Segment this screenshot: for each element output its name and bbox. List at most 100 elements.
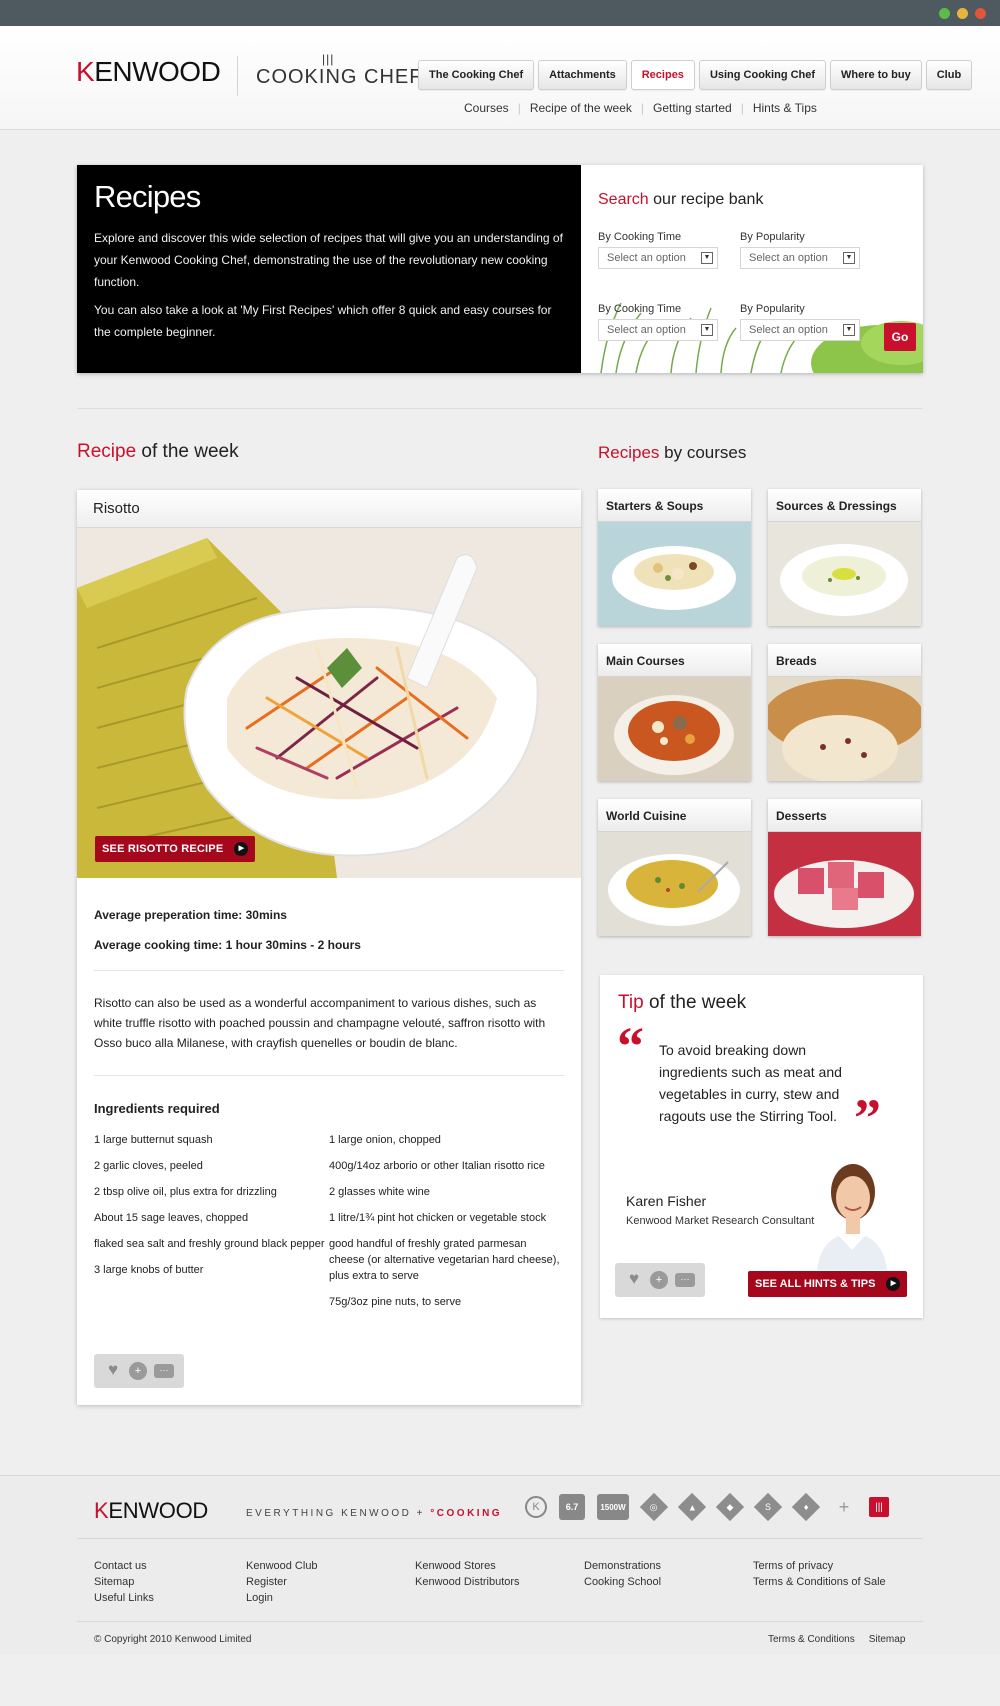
close-icon[interactable] bbox=[975, 8, 986, 19]
footer-links-col-5: Terms of privacy Terms & Conditions of S… bbox=[753, 1558, 886, 1590]
kenwood-logo[interactable]: KENWOOD bbox=[76, 56, 221, 88]
tip-of-the-week-card: Tip of the week “ To avoid breaking down… bbox=[600, 975, 923, 1318]
dropdown-arrow-icon: ▼ bbox=[843, 324, 855, 336]
nav-recipes[interactable]: Recipes bbox=[630, 60, 695, 90]
filter-popularity-1: By Popularity Select an option ▼ bbox=[740, 231, 870, 269]
footer-kenwood-logo[interactable]: KENWOOD bbox=[94, 1498, 208, 1524]
footer-links-col-3: Kenwood Stores Kenwood Distributors bbox=[415, 1558, 520, 1590]
comment-icon[interactable]: ··· bbox=[675, 1273, 695, 1287]
add-plus-icon[interactable]: + bbox=[650, 1271, 668, 1289]
ingredient-item: 3 large knobs of butter bbox=[94, 1264, 204, 1276]
recipe-details: Average preperation time: 30mins Average… bbox=[77, 878, 581, 1320]
footer-divider-bottom bbox=[77, 1621, 923, 1622]
world-cuisine-image bbox=[598, 832, 751, 936]
dropdown-arrow-icon: ▼ bbox=[701, 324, 713, 336]
footer-link[interactable]: Useful Links bbox=[94, 1590, 154, 1606]
ingredient-item: 2 garlic cloves, peeled bbox=[94, 1160, 203, 1172]
nav-attachments[interactable]: Attachments bbox=[538, 60, 627, 90]
footer-link[interactable]: Cooking School bbox=[584, 1574, 661, 1590]
footer-link[interactable]: Sitemap bbox=[94, 1574, 154, 1590]
course-label: Sources & Dressings bbox=[768, 489, 921, 522]
subnav-hints-tips[interactable]: Hints & Tips bbox=[753, 101, 817, 115]
footer-link[interactable]: Kenwood Distributors bbox=[415, 1574, 520, 1590]
tip-actions: ♥ + ··· bbox=[615, 1263, 705, 1297]
footer-link[interactable]: Demonstrations bbox=[584, 1558, 661, 1574]
consultant-avatar bbox=[817, 1164, 887, 1270]
cooking-time-select[interactable]: Select an option ▼ bbox=[598, 247, 718, 269]
search-go-button[interactable]: Go bbox=[884, 323, 916, 351]
footer-link[interactable]: Kenwood Club bbox=[246, 1558, 318, 1574]
course-tile-breads[interactable]: Breads bbox=[768, 644, 921, 781]
ingredient-item: 75g/3oz pine nuts, to serve bbox=[329, 1296, 462, 1308]
favourite-heart-icon[interactable]: ♥ bbox=[625, 1270, 643, 1289]
add-plus-icon[interactable]: + bbox=[129, 1362, 147, 1380]
see-all-hints-button[interactable]: SEE ALL HINTS & TIPS ▶ bbox=[748, 1271, 908, 1297]
footer-link[interactable]: Terms of privacy bbox=[753, 1558, 886, 1574]
favourite-heart-icon[interactable]: ♥ bbox=[104, 1361, 122, 1380]
site-footer: KENWOOD EVERYTHING KENWOOD + °COOKING K … bbox=[0, 1475, 1000, 1655]
ingredient-item: 2 glasses white wine bbox=[329, 1186, 430, 1198]
kenwood-logo-rest: ENWOOD bbox=[94, 56, 221, 87]
risotto-photo bbox=[77, 528, 581, 878]
search-heading: Search our recipe bank bbox=[598, 191, 764, 208]
ingredient-item: 1 large onion, chopped bbox=[329, 1134, 441, 1146]
nav-the-cooking-chef[interactable]: The Cooking Chef bbox=[418, 60, 535, 90]
filter-label: By Cooking Time bbox=[598, 231, 682, 243]
subnav-recipe-of-the-week[interactable]: Recipe of the week bbox=[530, 101, 632, 115]
footer-link[interactable]: Contact us bbox=[94, 1558, 154, 1574]
ingredient-item: 1 litre/1¾ pint hot chicken or vegetable… bbox=[329, 1212, 547, 1224]
comment-icon[interactable]: ··· bbox=[154, 1364, 174, 1378]
maximize-icon[interactable] bbox=[939, 8, 950, 19]
hero-paragraph-1: Explore and discover this wide selection… bbox=[94, 231, 563, 289]
course-tile-sources-dressings[interactable]: Sources & Dressings bbox=[768, 489, 921, 626]
nav-where-to-buy[interactable]: Where to buy bbox=[830, 60, 922, 90]
recipe-description: Risotto can also be used as a wonderful … bbox=[94, 971, 564, 1076]
cooking-time-select[interactable]: Select an option ▼ bbox=[598, 319, 718, 341]
ingredient-item: good handful of freshly grated parmesan … bbox=[329, 1238, 560, 1282]
popularity-select[interactable]: Select an option ▼ bbox=[740, 247, 860, 269]
popularity-select[interactable]: Select an option ▼ bbox=[740, 319, 860, 341]
nav-using-cooking-chef[interactable]: Using Cooking Chef bbox=[698, 60, 827, 90]
course-label: Desserts bbox=[768, 799, 921, 832]
recipe-name: Risotto bbox=[77, 490, 581, 528]
ingredient-item: 2 tbsp olive oil, plus extra for drizzli… bbox=[94, 1186, 277, 1198]
dropdown-arrow-icon: ▼ bbox=[843, 252, 855, 264]
sitemap-link[interactable]: Sitemap bbox=[869, 1634, 906, 1645]
subnav-courses[interactable]: Courses bbox=[464, 101, 509, 115]
terms-link[interactable]: Terms & Conditions bbox=[768, 1634, 855, 1645]
ingredients-column-right: 1 large onion, chopped 400g/14oz arborio… bbox=[329, 1132, 564, 1320]
sub-nav: Courses | Recipe of the week | Getting sta… bbox=[464, 101, 817, 115]
minimize-icon[interactable] bbox=[957, 8, 968, 19]
consultant-name: Karen Fisher bbox=[626, 1193, 707, 1209]
footer-link[interactable]: Login bbox=[246, 1590, 318, 1606]
ingredient-item: flaked sea salt and freshly ground black… bbox=[94, 1238, 325, 1250]
footer-link[interactable]: Kenwood Stores bbox=[415, 1558, 520, 1574]
footer-link[interactable]: Terms & Conditions of Sale bbox=[753, 1574, 886, 1590]
risotto-image[interactable]: SEE RISOTTO RECIPE ▶ bbox=[77, 528, 581, 878]
k-logo-icon: K bbox=[525, 1496, 547, 1518]
consultant-role: Kenwood Market Research Consultant bbox=[626, 1215, 815, 1227]
course-tile-main-courses[interactable]: Main Courses bbox=[598, 644, 751, 781]
footer-tagline: EVERYTHING KENWOOD + °COOKING bbox=[246, 1508, 503, 1519]
course-tile-world-cuisine[interactable]: World Cuisine bbox=[598, 799, 751, 936]
ingredients-list: 1 large butternut squash 2 garlic cloves… bbox=[94, 1132, 564, 1320]
footer-link[interactable]: Register bbox=[246, 1574, 318, 1590]
prep-time: Average preperation time: 30mins bbox=[94, 908, 287, 922]
see-recipe-button[interactable]: SEE RISOTTO RECIPE ▶ bbox=[95, 836, 256, 862]
dressings-image bbox=[768, 522, 921, 626]
stirring-tool-icon: S bbox=[753, 1492, 783, 1522]
whisk-icon: ♦ bbox=[791, 1492, 821, 1522]
play-icon: ▶ bbox=[234, 842, 249, 856]
subnav-getting-started[interactable]: Getting started bbox=[653, 101, 732, 115]
main-nav: The Cooking Chef Attachments Recipes Usi… bbox=[418, 60, 973, 90]
cooking-chef-logo[interactable]: ||| COOKING CHEF bbox=[256, 52, 422, 89]
course-tile-starters-soups[interactable]: Starters & Soups bbox=[598, 489, 751, 626]
plus-icon: + bbox=[838, 1496, 850, 1517]
recipes-by-courses-title: Recipes by courses bbox=[598, 443, 747, 462]
ingredient-item: About 15 sage leaves, chopped bbox=[94, 1212, 249, 1224]
tip-title: Tip of the week bbox=[618, 992, 747, 1013]
course-tile-desserts[interactable]: Desserts bbox=[768, 799, 921, 936]
nav-club[interactable]: Club bbox=[925, 60, 973, 90]
tip-text: To avoid breaking down ingredients such … bbox=[659, 1042, 842, 1124]
ingredient-item: 1 large butternut squash bbox=[94, 1134, 213, 1146]
